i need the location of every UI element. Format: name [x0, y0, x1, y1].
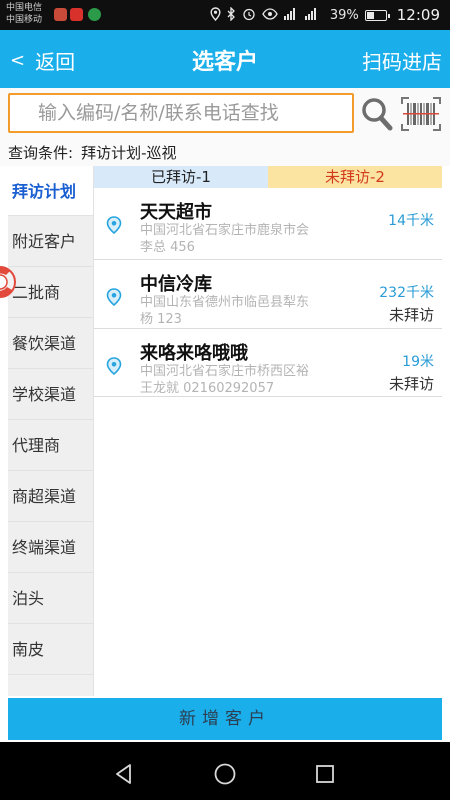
- sidebar-item-nearby[interactable]: 附近客户: [8, 216, 93, 267]
- sidebar-item-supermarket[interactable]: 商超渠道: [8, 471, 93, 522]
- sidebar-item-nanpi[interactable]: 南皮: [8, 624, 93, 675]
- query-value: 拜访计划-巡视: [81, 144, 177, 162]
- sidebar-item-terminal[interactable]: 终端渠道: [8, 522, 93, 573]
- customer-address-line: 中国山东省德州市临邑县犁东: [140, 295, 310, 310]
- category-sidebar: 拜访计划 附近客户 二批商 餐饮渠道 学校渠道 代理商 商超渠道 终端渠道 泊头…: [8, 166, 94, 696]
- customer-name: 来咯来咯哦哦: [140, 343, 248, 364]
- search-input[interactable]: [8, 93, 354, 133]
- tab-unvisited[interactable]: 未拜访-2: [268, 166, 442, 188]
- customer-row[interactable]: 天天超市 中国河北省石家庄市鹿泉市会 李总 456 14千米: [94, 188, 442, 260]
- sidebar-item-agent[interactable]: 代理商: [8, 420, 93, 471]
- sidebar-item-visit-plan[interactable]: 拜访计划: [8, 166, 93, 216]
- customer-visit-status: 未拜访: [388, 375, 434, 393]
- title-bar: < 返回 选客户 扫码进店: [0, 30, 450, 88]
- back-chevron-icon: <: [10, 50, 26, 71]
- carrier-info: 中国电信 中国移动: [6, 2, 42, 26]
- back-label: 返回: [35, 50, 76, 74]
- customer-address: 中国山东省德州市临邑县犁东 杨 123: [140, 294, 340, 328]
- customer-visit-status: 未拜访: [388, 306, 434, 324]
- search-bar: [0, 88, 450, 140]
- alarm-icon: [242, 7, 256, 24]
- query-condition: 查询条件: 拜访计划-巡视: [0, 140, 450, 166]
- customer-distance: 14千米: [388, 213, 434, 229]
- carrier-2: 中国移动: [6, 15, 43, 25]
- customer-address-line: 中国河北省石家庄市鹿泉市会: [140, 223, 310, 238]
- status-icons: 39% 12:09: [210, 5, 440, 25]
- notification-app-icon: [54, 8, 67, 21]
- customer-distance: 19米: [402, 354, 434, 370]
- query-label: 查询条件:: [8, 144, 74, 162]
- scan-to-enter-button[interactable]: 扫码进店: [362, 46, 442, 75]
- nav-recents-icon[interactable]: [313, 762, 337, 786]
- customer-address: 中国河北省石家庄市桥西区裕 王龙就 02160292057: [140, 363, 340, 397]
- customer-contact: 李总 456: [140, 240, 195, 255]
- tab-visited[interactable]: 已拜访-1: [94, 166, 268, 188]
- sidebar-item-school[interactable]: 学校渠道: [8, 369, 93, 420]
- location-icon: [210, 6, 221, 24]
- signal-icon: [283, 7, 324, 24]
- content-area: 拜访计划 附近客户 二批商 餐饮渠道 学校渠道 代理商 商超渠道 终端渠道 泊头…: [0, 166, 450, 742]
- add-customer-button[interactable]: 新增客户: [8, 698, 442, 740]
- customer-address-line: 中国河北省石家庄市桥西区裕: [140, 364, 310, 379]
- notification-app-icon: [70, 8, 83, 21]
- location-pin-icon: [106, 288, 122, 306]
- customer-distance: 232千米: [379, 285, 434, 301]
- back-button[interactable]: < 返回: [10, 46, 75, 75]
- lifebuoy-float-icon[interactable]: [0, 262, 22, 302]
- eye-icon: [262, 7, 278, 23]
- customer-list: 天天超市 中国河北省石家庄市鹿泉市会 李总 456 14千米 中信冷库 中国山东…: [94, 188, 442, 397]
- sidebar-item-botou[interactable]: 泊头: [8, 573, 93, 624]
- barcode-scan-icon[interactable]: [401, 96, 441, 132]
- system-nav-bar: [0, 748, 450, 800]
- battery-icon: [364, 9, 390, 21]
- customer-row[interactable]: 中信冷库 中国山东省德州市临邑县犁东 杨 123 232千米 未拜访: [94, 260, 442, 329]
- search-icon[interactable]: [360, 96, 394, 132]
- location-pin-icon: [106, 216, 122, 234]
- customer-contact: 王龙就 02160292057: [140, 381, 275, 396]
- customer-contact: 杨 123: [140, 312, 182, 327]
- battery-percent: 39%: [329, 7, 359, 23]
- bluetooth-icon: [227, 5, 236, 24]
- customer-name: 天天超市: [140, 202, 212, 223]
- visit-tabs: 已拜访-1 未拜访-2: [94, 166, 442, 188]
- notification-app-icon: [88, 8, 101, 21]
- customer-name: 中信冷库: [140, 274, 212, 295]
- carrier-1: 中国电信: [6, 3, 43, 13]
- customer-address: 中国河北省石家庄市鹿泉市会 李总 456: [140, 222, 340, 256]
- location-pin-icon: [106, 357, 122, 375]
- clock: 12:09: [396, 6, 440, 24]
- nav-home-icon[interactable]: [213, 762, 237, 786]
- customer-row[interactable]: 来咯来咯哦哦 中国河北省石家庄市桥西区裕 王龙就 02160292057 19米…: [94, 329, 442, 397]
- nav-back-icon[interactable]: [112, 762, 136, 786]
- sidebar-item-catering[interactable]: 餐饮渠道: [8, 318, 93, 369]
- status-bar: 中国电信 中国移动 39% 12:09: [0, 0, 450, 30]
